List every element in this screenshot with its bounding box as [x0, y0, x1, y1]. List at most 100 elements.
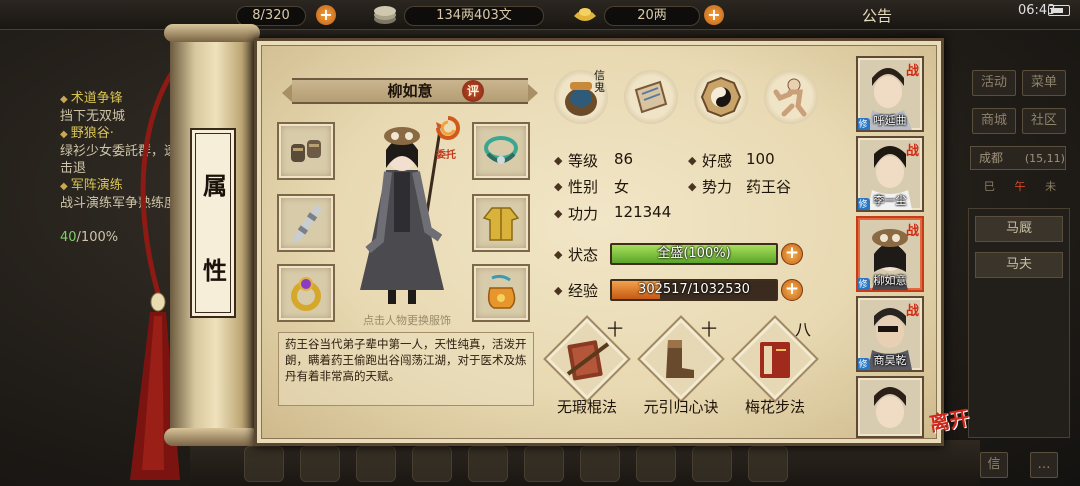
- outfit-hint: 点击人物更换服饰: [363, 314, 451, 327]
- battery-icon: [1048, 5, 1070, 16]
- capacity-value: 8/320: [236, 6, 306, 26]
- time-dial-item: 午: [1014, 180, 1026, 193]
- bottom-menu-item[interactable]: [468, 446, 508, 482]
- roster-card[interactable]: 战 李一尘 修: [856, 136, 924, 212]
- top-resource-bar: 8/320 + 134两403文 20两 + 公告 06:43: [0, 0, 1080, 30]
- pet-label: 信鬼: [594, 69, 605, 94]
- community-button[interactable]: 社区: [1022, 108, 1066, 134]
- power-value: 121344: [614, 203, 672, 221]
- battle-tag: 战: [906, 304, 920, 319]
- bullet-icon: ◆: [554, 154, 563, 167]
- status-bar: 全盛(100%): [610, 243, 778, 265]
- capacity-add-button[interactable]: +: [316, 5, 336, 25]
- leave-button[interactable]: 离开: [927, 400, 981, 448]
- battle-tag: 战: [906, 224, 920, 239]
- gold-add-button[interactable]: +: [704, 5, 724, 25]
- scroll-title-label: 属 性: [190, 128, 236, 318]
- bottom-menu-item[interactable]: [412, 446, 452, 482]
- menu-button[interactable]: 菜单: [1022, 70, 1066, 96]
- copper-coin-icon: [374, 6, 396, 24]
- level-value: 86: [614, 150, 634, 168]
- groom-tab[interactable]: 马夫: [975, 252, 1063, 278]
- character-bio: 药王谷当代弟子辈中第一人，天性纯真，活泼开朗，瞒着药王偷跑出谷闯荡江湖，对于医术…: [278, 332, 534, 406]
- scroll-title-char: 属: [203, 171, 227, 200]
- bullet-icon: ◆: [554, 284, 563, 297]
- bagua-icon[interactable]: [694, 70, 748, 124]
- portrait-icon: [874, 387, 906, 428]
- stable-panel: [968, 208, 1070, 438]
- favor-value: 100: [746, 150, 775, 168]
- faction-value: 药王谷: [746, 178, 792, 196]
- equip-slot-robe[interactable]: [472, 194, 530, 252]
- quest-progress-done: 40: [60, 230, 77, 245]
- cultivate-badge: 修: [858, 358, 870, 370]
- location-box[interactable]: 成都 (15,11): [970, 146, 1066, 170]
- body-figure-icon: [773, 78, 807, 117]
- time-dial-item: 未: [1045, 180, 1057, 193]
- exp-label: 经验: [568, 282, 599, 300]
- gender-value: 女: [614, 178, 630, 196]
- bottom-menu-item[interactable]: [748, 446, 788, 482]
- bullet-icon: ◆: [554, 248, 563, 261]
- skill-manual-icon: [760, 342, 790, 378]
- cultivate-badge: 修: [858, 278, 870, 290]
- notice-button[interactable]: 公告: [862, 5, 892, 26]
- scroll-title-char: 性: [203, 256, 227, 285]
- bottom-menu-item[interactable]: [524, 446, 564, 482]
- pouch-icon: [487, 274, 516, 309]
- shop-button[interactable]: 商城: [972, 108, 1016, 134]
- exp-text: 302517/1032530: [638, 282, 750, 297]
- battle-tag: 战: [906, 144, 920, 159]
- bottom-menu-item[interactable]: [356, 446, 396, 482]
- necklace-icon: [484, 136, 518, 164]
- bullet-icon: ◆: [688, 154, 697, 167]
- city-name: 成都: [979, 151, 1004, 165]
- bracers-icon: [291, 140, 321, 162]
- yin-yang-icon: [700, 76, 742, 118]
- gender-label: 性别: [568, 178, 599, 196]
- gold-ingot-icon: [574, 8, 596, 21]
- status-add-button[interactable]: +: [781, 243, 803, 265]
- exp-add-button[interactable]: +: [781, 279, 803, 301]
- scroll-map-icon[interactable]: [624, 70, 678, 124]
- bottom-menu-item[interactable]: [300, 446, 340, 482]
- gold-value: 20两: [604, 6, 700, 26]
- quest-progress-total: /100%: [76, 230, 119, 245]
- roster-card[interactable]: [856, 376, 924, 438]
- activity-button[interactable]: 活动: [972, 70, 1016, 96]
- status-label: 状态: [568, 246, 599, 264]
- bullet-icon: ◆: [554, 207, 563, 220]
- rate-button[interactable]: 评: [462, 80, 484, 102]
- bottom-menu-item[interactable]: [580, 446, 620, 482]
- bullet-icon: ◆: [688, 180, 697, 193]
- bottom-menu-item[interactable]: [244, 446, 284, 482]
- battle-tag: 战: [906, 64, 920, 79]
- stable-tab[interactable]: 马厩: [975, 216, 1063, 242]
- money-value: 134两403文: [404, 6, 544, 26]
- power-label: 功力: [568, 205, 599, 223]
- bottom-menu-item[interactable]: [692, 446, 732, 482]
- roster-card[interactable]: 战 呼延曲 修: [856, 56, 924, 132]
- robe-icon: [482, 207, 520, 241]
- roster-card-selected[interactable]: 战 柳如意 修: [856, 216, 924, 292]
- time-dial-item: 巳: [983, 180, 995, 193]
- character-name: 柳如意: [387, 82, 433, 100]
- mail-button[interactable]: 信: [980, 452, 1008, 478]
- exp-bar: 302517/1032530: [610, 279, 778, 301]
- equip-slot-ring[interactable]: [277, 264, 335, 322]
- ring-icon: [291, 277, 321, 311]
- skill-boots-icon: [666, 340, 694, 378]
- city-coords: (15,11): [1024, 152, 1065, 165]
- entrust-label: 委托: [436, 150, 456, 161]
- more-button[interactable]: …: [1030, 452, 1058, 478]
- equip-slot-staff[interactable]: [277, 194, 335, 252]
- equip-slot-bracers[interactable]: [277, 122, 335, 180]
- faction-label: 势力: [702, 178, 733, 196]
- bottom-menu-item[interactable]: [636, 446, 676, 482]
- meridian-figure-icon[interactable]: [764, 70, 818, 124]
- roster-card[interactable]: 战 商昊乾 修: [856, 296, 924, 372]
- skill-name: 梅花步法: [744, 398, 805, 416]
- skill-book-icon: [566, 340, 610, 381]
- time-dial: 巳 午 未: [974, 178, 1066, 194]
- equip-slot-necklace[interactable]: [472, 122, 530, 180]
